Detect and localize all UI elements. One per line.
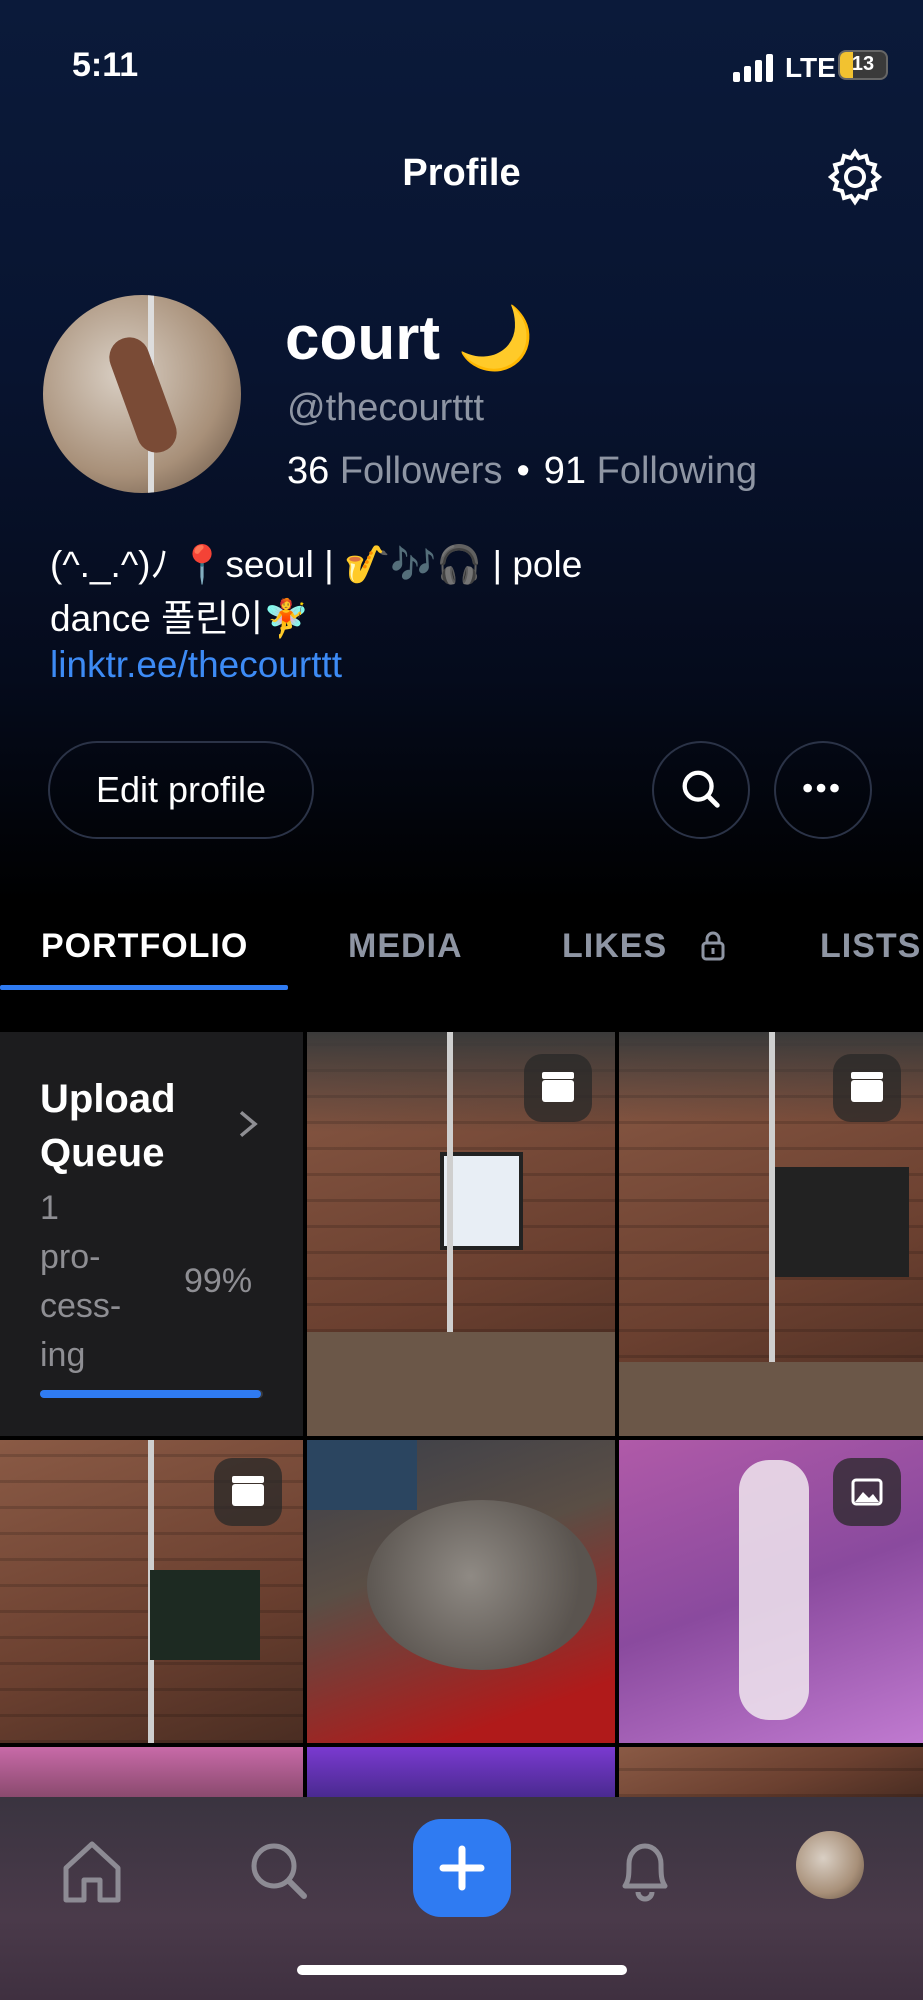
grid-item[interactable]: [619, 1747, 923, 1797]
followers-count: 36: [287, 450, 330, 492]
status-line: ing: [40, 1336, 86, 1374]
more-button[interactable]: [774, 741, 872, 839]
search-button[interactable]: [652, 741, 750, 839]
upload-progress-fill: [40, 1390, 261, 1398]
grid-item[interactable]: [0, 1747, 303, 1797]
bio: (^._.^)ﾉ 📍seoul | 🎷🎶🎧 | pole dance 폴린이🧚: [50, 538, 870, 646]
video-icon: [851, 1072, 883, 1102]
grid-item[interactable]: [307, 1440, 615, 1743]
tab-likes-label: LIKES: [562, 927, 668, 965]
avatar[interactable]: [43, 295, 241, 493]
follow-stats: 36 Followers • 91 Following: [287, 450, 757, 493]
battery-level: 13: [851, 53, 875, 75]
upload-queue-title-line1: Upload: [40, 1077, 176, 1121]
profile-tabs: PORTFOLIO MEDIA LIKES LISTS: [0, 905, 923, 995]
lock-icon: [701, 931, 725, 961]
following-link[interactable]: 91 Following: [544, 450, 757, 492]
tab-media[interactable]: MEDIA: [348, 927, 463, 966]
video-icon: [542, 1072, 574, 1102]
status-time: 5:11: [72, 46, 139, 84]
tab-lists[interactable]: LISTS: [820, 927, 921, 966]
portfolio-grid: Upload Queue 1 pro- cess- ing 99%: [0, 1032, 923, 1797]
profile-tab-avatar[interactable]: [796, 1831, 864, 1899]
bio-line-1: (^._.^)ﾉ 📍seoul | 🎷🎶🎧 | pole: [50, 544, 583, 585]
grid-item[interactable]: [307, 1032, 615, 1436]
search-icon: [682, 770, 720, 808]
handle: @thecourttt: [287, 387, 484, 429]
grid-item[interactable]: [619, 1440, 923, 1743]
tab-portfolio[interactable]: PORTFOLIO: [41, 927, 248, 966]
grid-item[interactable]: [619, 1032, 923, 1436]
gallery-icon: [851, 1478, 883, 1506]
following-label: Following: [596, 450, 758, 492]
separator-dot: •: [516, 450, 530, 492]
video-icon: [232, 1476, 264, 1506]
upload-queue-card[interactable]: Upload Queue 1 pro- cess- ing 99%: [0, 1032, 303, 1436]
upload-queue-status: 1 pro- cess- ing: [40, 1184, 150, 1380]
battery-icon: 13: [838, 50, 888, 80]
upload-percent: 99%: [184, 1262, 253, 1300]
grid-item[interactable]: [307, 1747, 615, 1797]
profile-link[interactable]: linktr.ee/thecourttt: [50, 644, 342, 686]
status-line: pro-: [40, 1238, 101, 1276]
active-tab-indicator: [0, 985, 288, 990]
plus-icon: [439, 1845, 485, 1891]
edit-profile-button[interactable]: Edit profile: [48, 741, 314, 839]
video-badge: [833, 1054, 901, 1122]
home-indicator: [297, 1965, 627, 1975]
video-badge: [524, 1054, 592, 1122]
more-icon: [803, 783, 839, 793]
bio-line-2: dance 폴린이🧚: [50, 598, 310, 639]
followers-link[interactable]: 36 Followers: [287, 450, 502, 492]
bottom-tab-bar: [0, 1797, 923, 2000]
upload-queue-title-line2: Queue: [40, 1131, 165, 1175]
search-icon[interactable]: [238, 1830, 318, 1910]
following-count: 91: [543, 450, 587, 492]
upload-progress-bar: [40, 1390, 263, 1398]
status-line: 1: [40, 1189, 59, 1227]
status-line: cess-: [40, 1287, 122, 1325]
grid-item[interactable]: [0, 1440, 303, 1743]
gallery-badge: [833, 1458, 901, 1526]
gear-icon[interactable]: [826, 148, 884, 206]
home-icon[interactable]: [52, 1830, 132, 1910]
signal-icon: [733, 52, 775, 82]
chevron-right-icon: [239, 1110, 258, 1138]
tab-likes[interactable]: LIKES: [562, 927, 726, 966]
bell-icon[interactable]: [605, 1830, 685, 1910]
status-bar: 5:11 LTE 13: [0, 0, 923, 130]
display-name: court 🌙: [285, 304, 535, 373]
create-post-button[interactable]: [413, 1819, 511, 1917]
video-badge: [214, 1458, 282, 1526]
upload-queue-title: Upload Queue: [40, 1072, 176, 1180]
page-title: Profile: [402, 152, 521, 194]
network-label: LTE: [785, 52, 836, 83]
followers-label: Followers: [339, 450, 503, 492]
